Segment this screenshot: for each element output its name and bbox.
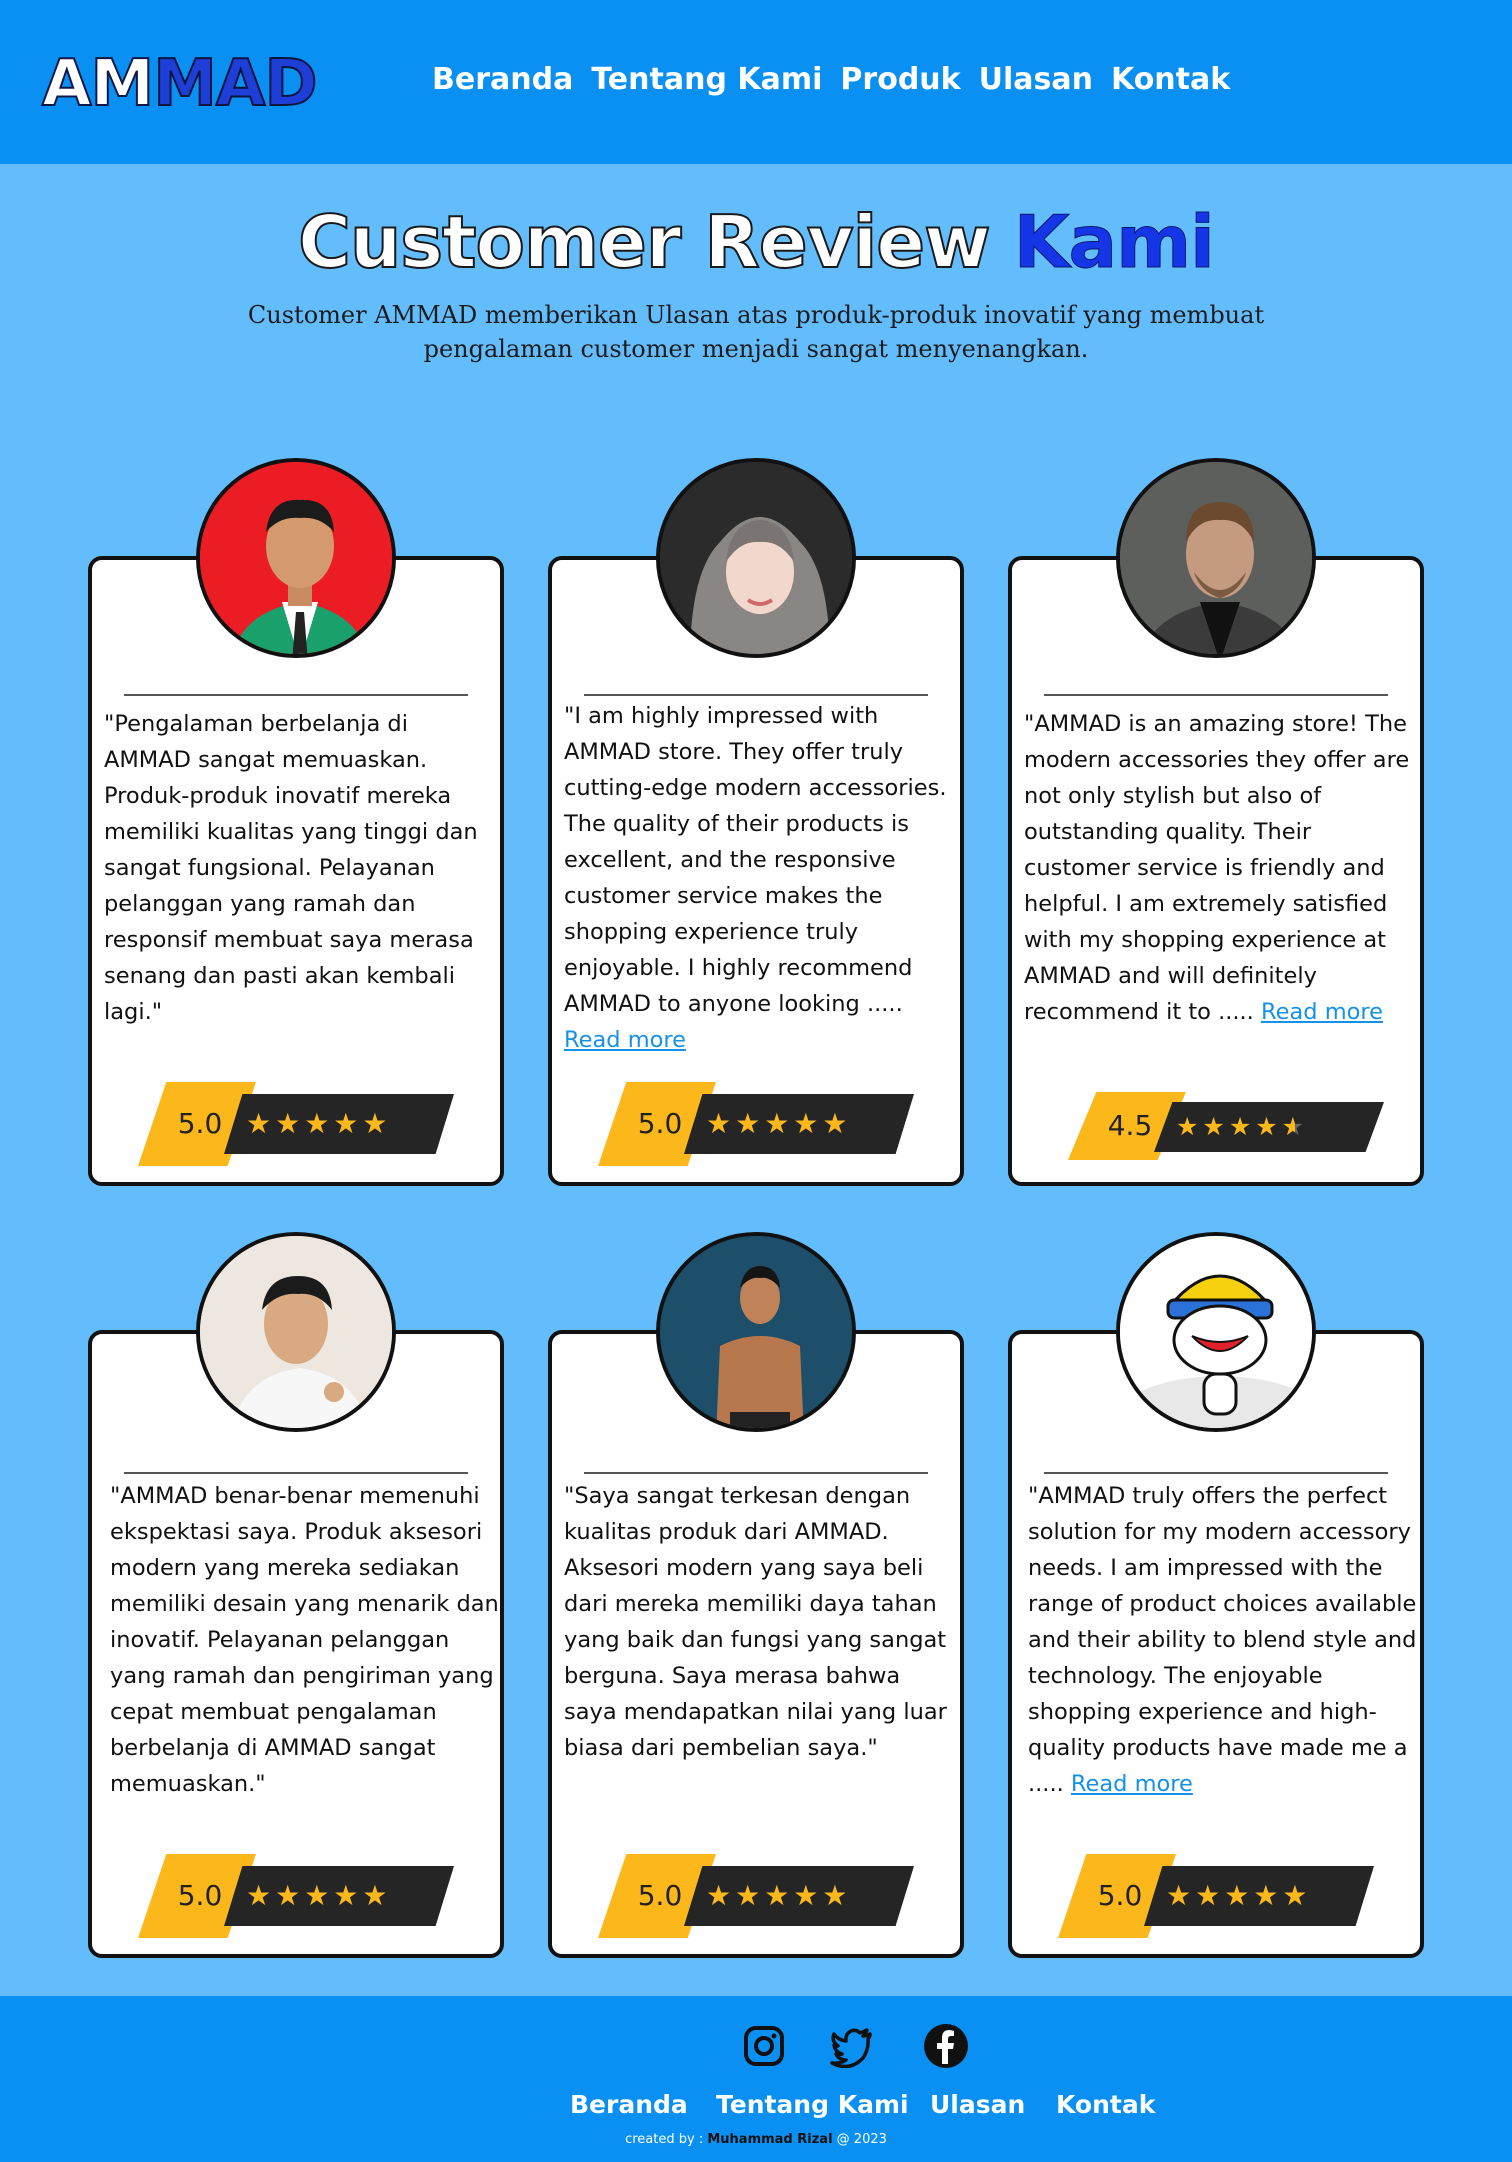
rating-score: 5.0 [637,1107,683,1140]
rating-score: 5.0 [177,1879,223,1912]
footer-nav-kontak[interactable]: Kontak [1056,2090,1155,2119]
footer-credit: created by : Muhammad Rizal @ 2023 [625,2132,887,2147]
rating-badge: 4.5 ★★★★★ [1068,1092,1388,1176]
rating-badge: 5.0 ★★★★★ [598,1854,918,1938]
review-text: "Saya sangat terkesan dengan kualitas pr… [564,1483,947,1761]
read-more-link[interactable]: Read more [1071,1771,1193,1797]
star-rating: ★★★★★ [706,1108,852,1139]
twitter-icon[interactable] [830,2024,874,2069]
instagram-icon[interactable] [742,2024,786,2068]
rating-score: 5.0 [637,1879,683,1912]
half-star-icon: ★ [1281,1113,1309,1141]
review-text: "AMMAD is an amazing store! The modern a… [1024,711,1410,1025]
main-nav: Beranda Tentang Kami Produk Ulasan Konta… [432,62,1230,97]
avatar [656,458,856,658]
nav-produk[interactable]: Produk [840,62,960,97]
nav-kontak[interactable]: Kontak [1111,62,1230,97]
star-rating: ★★★★★ [1166,1880,1312,1911]
facebook-icon[interactable] [924,2024,968,2068]
nav-tentang-kami[interactable]: Tentang Kami [591,62,822,97]
star-rating: ★★★★★ [1176,1113,1309,1141]
rating-badge: 5.0 ★★★★★ [1058,1854,1378,1938]
footer-nav-beranda[interactable]: Beranda [570,2090,688,2119]
rating-badge: 5.0 ★★★★★ [138,1082,458,1166]
read-more-link[interactable]: Read more [1261,999,1383,1025]
star-rating: ★★★★★ [706,1880,852,1911]
read-more-link[interactable]: Read more [564,1027,686,1053]
site-footer: Beranda Tentang Kami Ulasan Kontak creat… [0,1996,1512,2162]
review-text: "Pengalaman berbelanja di AMMAD sangat m… [104,711,478,1025]
card-divider [124,694,468,696]
card-divider [584,1472,928,1474]
rating-badge: 5.0 ★★★★★ [598,1082,918,1166]
rating-score: 5.0 [177,1107,223,1140]
site-header: AMMAD Beranda Tentang Kami Produk Ulasan… [0,0,1512,164]
card-divider [1044,694,1388,696]
card-divider [124,1472,468,1474]
avatar [1116,1232,1316,1432]
review-text: "I am highly impressed with AMMAD store.… [564,703,947,1053]
nav-beranda[interactable]: Beranda [432,62,573,97]
nav-ulasan[interactable]: Ulasan [979,62,1093,97]
review-text: "AMMAD truly offers the perfect solution… [1028,1483,1417,1797]
rating-score: 4.5 [1107,1109,1153,1142]
footer-nav-tentang-kami[interactable]: Tentang Kami [716,2090,909,2119]
page-subtitle: Customer AMMAD memberikan Ulasan atas pr… [247,301,1265,363]
rating-badge: 5.0 ★★★★★ [138,1854,458,1938]
star-rating: ★★★★★ [246,1880,392,1911]
card-divider [584,694,928,696]
card-divider [1044,1472,1388,1474]
page-title: Customer Review Kami [297,199,1215,285]
brand-logo[interactable]: AMMAD [41,51,319,117]
footer-nav-ulasan[interactable]: Ulasan [930,2090,1025,2119]
star-rating: ★★★★★ [246,1108,392,1139]
avatar [196,1232,396,1432]
avatar [656,1232,856,1432]
avatar [1116,458,1316,658]
avatar [196,458,396,658]
rating-score: 5.0 [1097,1879,1143,1912]
review-text: "AMMAD benar-benar memenuhi ekspektasi s… [110,1483,499,1797]
